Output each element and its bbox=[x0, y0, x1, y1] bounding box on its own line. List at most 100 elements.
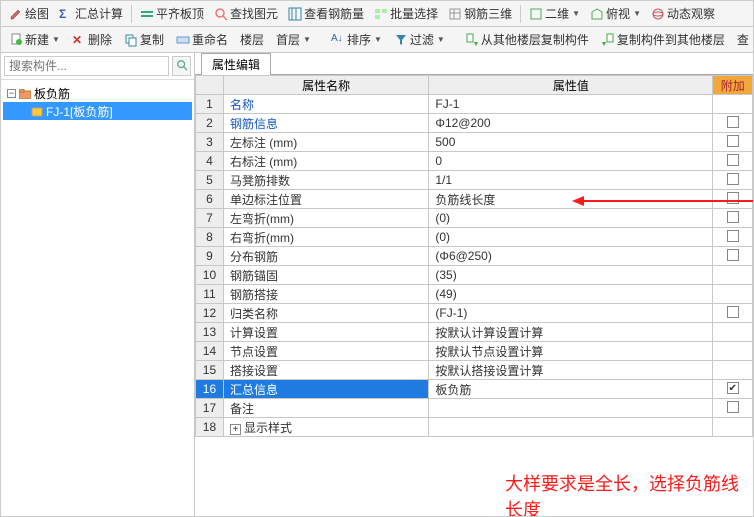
new-icon bbox=[9, 33, 23, 47]
property-name: 左标注 (mm) bbox=[223, 133, 428, 152]
tool-sort[interactable]: A↓排序▼ bbox=[327, 29, 386, 50]
tool-flatten[interactable]: 平齐板顶 bbox=[136, 3, 208, 24]
property-value[interactable]: 按默认计算设置计算 bbox=[429, 323, 713, 342]
checkbox[interactable] bbox=[727, 116, 739, 128]
tool-2d[interactable]: 二维▼ bbox=[525, 3, 584, 24]
property-row[interactable]: 8右弯折(mm)(0) bbox=[196, 228, 753, 247]
tool-copy-from-floor[interactable]: 从其他楼层复制构件 bbox=[461, 29, 593, 50]
dropdown-icon: ▼ bbox=[303, 35, 311, 44]
tree-child-fj1[interactable]: FJ-1[板负筋] bbox=[3, 102, 192, 120]
tool-rename[interactable]: 重命名 bbox=[172, 29, 232, 50]
property-value[interactable]: 板负筋 bbox=[429, 380, 713, 399]
property-row[interactable]: 16汇总信息板负筋 bbox=[196, 380, 753, 399]
tool-copy-to-floor[interactable]: 复制构件到其他楼层 bbox=[597, 29, 729, 50]
checkbox[interactable] bbox=[727, 230, 739, 242]
property-attach[interactable] bbox=[713, 133, 753, 152]
property-name: 节点设置 bbox=[223, 342, 428, 361]
checkbox[interactable] bbox=[727, 192, 739, 204]
checkbox[interactable] bbox=[727, 382, 739, 394]
tool-view-rebar[interactable]: 查看钢筋量 bbox=[284, 3, 368, 24]
tool-rebar-3d[interactable]: 钢筋三维 bbox=[444, 3, 516, 24]
property-row[interactable]: 1名称FJ-1 bbox=[196, 95, 753, 114]
expand-icon[interactable]: + bbox=[230, 424, 241, 435]
property-value[interactable]: 按默认节点设置计算 bbox=[429, 342, 713, 361]
property-row[interactable]: 11钢筋搭接(49) bbox=[196, 285, 753, 304]
collapse-icon[interactable]: − bbox=[7, 89, 16, 98]
property-row[interactable]: 14节点设置按默认节点设置计算 bbox=[196, 342, 753, 361]
property-value[interactable]: (Φ6@250) bbox=[429, 247, 713, 266]
tool-sum-calc[interactable]: Σ汇总计算 bbox=[55, 3, 127, 24]
tool-copy[interactable]: 复制 bbox=[120, 29, 168, 50]
component-tree[interactable]: − 板负筋 FJ-1[板负筋] bbox=[1, 80, 194, 516]
tab-property-edit[interactable]: 属性编辑 bbox=[201, 53, 271, 75]
property-row[interactable]: 6单边标注位置负筋线长度 bbox=[196, 190, 753, 209]
property-value[interactable]: (49) bbox=[429, 285, 713, 304]
tool-find[interactable]: 查 bbox=[733, 29, 753, 50]
property-row[interactable]: 7左弯折(mm)(0) bbox=[196, 209, 753, 228]
property-attach[interactable] bbox=[713, 228, 753, 247]
search-input[interactable] bbox=[4, 56, 169, 76]
toolbar-secondary: 新建▼ ✕删除 复制 重命名 楼层 首层▼ A↓排序▼ 过滤▼ 从其他楼层复制构… bbox=[1, 27, 753, 53]
property-row[interactable]: 18+显示样式 bbox=[196, 418, 753, 437]
tree-child-label: FJ-1[板负筋] bbox=[46, 103, 113, 120]
copy-from-icon bbox=[465, 33, 479, 47]
property-row[interactable]: 10钢筋锚固(35) bbox=[196, 266, 753, 285]
property-row[interactable]: 15搭接设置按默认搭接设置计算 bbox=[196, 361, 753, 380]
checkbox[interactable] bbox=[727, 211, 739, 223]
tool-top-view[interactable]: 俯视▼ bbox=[586, 3, 645, 24]
search-button[interactable] bbox=[172, 56, 191, 76]
property-attach[interactable] bbox=[713, 304, 753, 323]
tool-new[interactable]: 新建▼ bbox=[5, 29, 64, 50]
tool-delete[interactable]: ✕删除 bbox=[68, 29, 116, 50]
property-attach bbox=[713, 361, 753, 380]
property-row[interactable]: 2钢筋信息Φ12@200 bbox=[196, 114, 753, 133]
property-row[interactable]: 5马凳筋排数1/1 bbox=[196, 171, 753, 190]
property-row[interactable]: 3左标注 (mm)500 bbox=[196, 133, 753, 152]
property-value[interactable]: (0) bbox=[429, 209, 713, 228]
property-value[interactable]: 负筋线长度 bbox=[429, 190, 713, 209]
property-attach bbox=[713, 418, 753, 437]
property-row[interactable]: 17备注 bbox=[196, 399, 753, 418]
tool-draw[interactable]: 绘图 bbox=[5, 3, 53, 24]
checkbox[interactable] bbox=[727, 154, 739, 166]
property-attach[interactable] bbox=[713, 380, 753, 399]
property-attach[interactable] bbox=[713, 399, 753, 418]
checkbox[interactable] bbox=[727, 173, 739, 185]
row-number: 5 bbox=[196, 171, 224, 190]
property-value[interactable]: 0 bbox=[429, 152, 713, 171]
property-name: 备注 bbox=[223, 399, 428, 418]
rename-icon bbox=[176, 33, 190, 47]
checkbox[interactable] bbox=[727, 249, 739, 261]
property-attach[interactable] bbox=[713, 190, 753, 209]
property-value[interactable]: 500 bbox=[429, 133, 713, 152]
property-attach[interactable] bbox=[713, 247, 753, 266]
property-value[interactable]: (0) bbox=[429, 228, 713, 247]
property-value[interactable]: Φ12@200 bbox=[429, 114, 713, 133]
tool-batch-select[interactable]: 批量选择 bbox=[370, 3, 442, 24]
checkbox[interactable] bbox=[727, 401, 739, 413]
property-row[interactable]: 9分布钢筋(Φ6@250) bbox=[196, 247, 753, 266]
property-value[interactable]: FJ-1 bbox=[429, 95, 713, 114]
property-attach[interactable] bbox=[713, 114, 753, 133]
property-value[interactable]: (35) bbox=[429, 266, 713, 285]
tool-filter[interactable]: 过滤▼ bbox=[390, 29, 449, 50]
tool-floor-select[interactable]: 首层▼ bbox=[272, 29, 315, 50]
property-row[interactable]: 4右标注 (mm)0 bbox=[196, 152, 753, 171]
checkbox[interactable] bbox=[727, 135, 739, 147]
tool-dyn-view[interactable]: 动态观察 bbox=[647, 3, 719, 24]
property-row[interactable]: 13计算设置按默认计算设置计算 bbox=[196, 323, 753, 342]
property-grid[interactable]: 属性名称 属性值 附加 1名称FJ-12钢筋信息Φ12@2003左标注 (mm)… bbox=[195, 75, 753, 437]
checkbox[interactable] bbox=[727, 306, 739, 318]
tree-root[interactable]: − 板负筋 bbox=[3, 84, 192, 102]
property-row[interactable]: 12归类名称(FJ-1) bbox=[196, 304, 753, 323]
property-attach[interactable] bbox=[713, 209, 753, 228]
property-attach[interactable] bbox=[713, 171, 753, 190]
property-value[interactable]: 1/1 bbox=[429, 171, 713, 190]
property-value[interactable]: (FJ-1) bbox=[429, 304, 713, 323]
property-value[interactable]: 按默认搭接设置计算 bbox=[429, 361, 713, 380]
property-value[interactable] bbox=[429, 418, 713, 437]
property-value[interactable] bbox=[429, 399, 713, 418]
property-attach[interactable] bbox=[713, 152, 753, 171]
delete-icon: ✕ bbox=[72, 33, 86, 47]
tool-find-elem[interactable]: 查找图元 bbox=[210, 3, 282, 24]
